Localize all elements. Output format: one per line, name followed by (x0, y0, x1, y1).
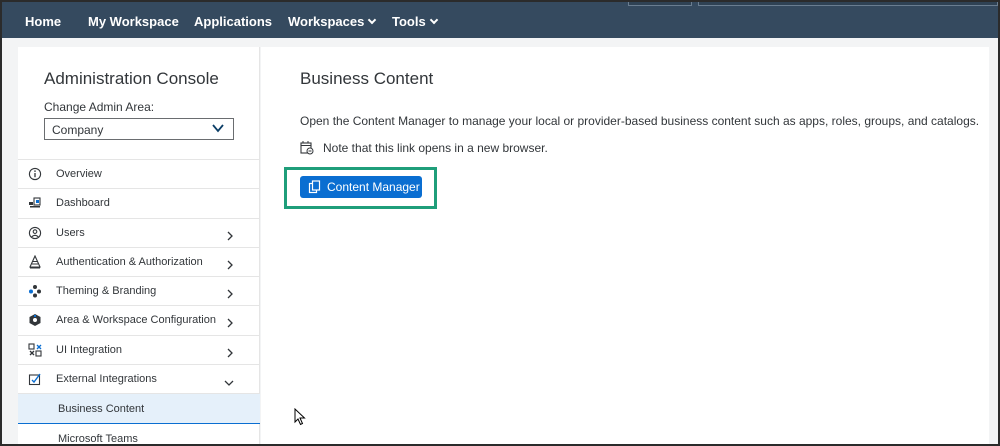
sidebar-title: Administration Console (44, 69, 219, 88)
admin-area-value: Company (52, 123, 104, 137)
nav-tools-label: Tools (392, 14, 426, 29)
sidebar-item-label: External Integrations (56, 373, 157, 386)
admin-sidebar: Administration Console Change Admin Area… (18, 47, 260, 445)
chevron-down-icon (368, 15, 377, 25)
admin-menu: Overview Dashboard Users Authentication … (18, 159, 260, 445)
chevron-down-icon (224, 374, 234, 392)
sidebar-item-area-workspace-configuration[interactable]: Area & Workspace Configuration (18, 306, 260, 336)
main-content: Business Content Open the Content Manage… (261, 47, 989, 444)
shell-field-left[interactable] (628, 2, 692, 6)
chevron-right-icon (226, 257, 234, 275)
ui-integration-icon (28, 343, 42, 357)
dashboard-icon (28, 196, 42, 210)
sidebar-item-external-integrations[interactable]: External Integrations (18, 365, 260, 395)
app-window: Home My Workspace Applications Workspace… (0, 0, 1000, 446)
sidebar-item-users[interactable]: Users (18, 219, 260, 248)
content-manager-button-label: Content Manager (327, 180, 420, 194)
sidebar-item-label: Theming & Branding (56, 285, 157, 298)
sidebar-item-overview[interactable]: Overview (18, 160, 260, 190)
sidebar-subitem-microsoft-teams[interactable]: Microsoft Teams (18, 424, 260, 445)
nav-my-workspace[interactable]: My Workspace (88, 2, 179, 38)
content-manager-button[interactable]: Content Manager (300, 176, 422, 198)
theming-icon (28, 284, 42, 298)
admin-area-label: Change Admin Area: (44, 100, 155, 114)
sidebar-item-label: Users (56, 226, 85, 239)
sidebar-item-theming-branding[interactable]: Theming & Branding (18, 277, 260, 307)
new-window-icon (299, 140, 315, 161)
sidebar-item-dashboard[interactable]: Dashboard (18, 189, 260, 219)
mouse-pointer-icon (294, 407, 306, 431)
page-title: Business Content (300, 69, 434, 88)
nav-workspaces[interactable]: Workspaces (288, 2, 377, 38)
sidebar-item-label: Authentication & Authorization (56, 255, 203, 268)
user-icon (28, 226, 42, 240)
nav-home[interactable]: Home (25, 2, 61, 38)
chevron-right-icon (226, 315, 234, 333)
chevron-down-icon (429, 15, 438, 25)
page-description: Open the Content Manager to manage your … (300, 114, 980, 128)
sidebar-item-label: Area & Workspace Configuration (56, 314, 216, 327)
sidebar-item-authentication-authorization[interactable]: Authentication & Authorization (18, 248, 260, 278)
sidebar-subitem-business-content[interactable]: Business Content (18, 394, 260, 424)
nav-applications[interactable]: Applications (194, 2, 272, 38)
chevron-right-icon (226, 286, 234, 304)
authorization-icon (28, 254, 42, 269)
info-icon (28, 167, 42, 181)
chevron-right-icon (226, 345, 234, 363)
nav-workspaces-label: Workspaces (288, 14, 365, 29)
workspace-config-icon (28, 313, 42, 327)
sidebar-item-label: Overview (56, 168, 102, 180)
chevron-right-icon (226, 228, 234, 246)
external-integrations-icon (28, 372, 42, 386)
copy-icon (308, 180, 322, 197)
new-browser-note: Note that this link opens in a new brows… (323, 141, 548, 155)
shell-search-field[interactable] (698, 2, 998, 6)
sidebar-item-label: Dashboard (56, 197, 110, 210)
chevron-down-icon (211, 121, 225, 140)
nav-tools[interactable]: Tools (392, 2, 438, 38)
sidebar-subitem-label: Microsoft Teams (58, 432, 138, 445)
sidebar-item-label: UI Integration (56, 343, 123, 356)
sidebar-item-ui-integration[interactable]: UI Integration (18, 336, 260, 366)
admin-area-select[interactable]: Company (44, 118, 234, 140)
sidebar-subitem-label: Business Content (58, 403, 145, 416)
top-navigation-bar: Home My Workspace Applications Workspace… (2, 2, 998, 38)
